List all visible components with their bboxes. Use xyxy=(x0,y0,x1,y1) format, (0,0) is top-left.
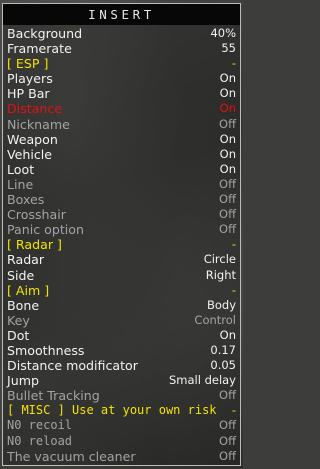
option-label: Background xyxy=(7,26,83,41)
option-value: 0.17 xyxy=(210,342,236,357)
menu-option-crosshair[interactable]: Crosshair Off xyxy=(3,207,240,222)
menu-title: INSERT xyxy=(3,4,240,25)
menu-option-panic-option[interactable]: Panic option Off xyxy=(3,222,240,237)
option-label: Side xyxy=(7,267,35,283)
menu-option-smoothness[interactable]: Smoothness 0.17 xyxy=(3,343,240,358)
option-label: N0 recoil xyxy=(7,418,73,433)
menu-option-players[interactable]: Players On xyxy=(3,71,240,86)
option-value: Right xyxy=(205,267,236,282)
option-value: On xyxy=(219,146,236,161)
option-value: Off xyxy=(219,192,236,207)
option-label: Dot xyxy=(7,327,30,343)
option-label: Weapon xyxy=(7,131,58,147)
option-label: [ ESP ] xyxy=(7,56,49,72)
menu-option-framerate[interactable]: Framerate 55 xyxy=(3,41,240,56)
menu-option-n0-reload[interactable]: N0 reload Off xyxy=(3,434,240,449)
option-label: Bone xyxy=(7,297,40,313)
menu-option-bone[interactable]: Bone Body xyxy=(3,298,240,313)
option-value: On xyxy=(219,131,236,146)
menu-option-the-vacuum-cleaner[interactable]: The vacuum cleaner Off xyxy=(3,449,240,464)
option-value: 40% xyxy=(210,26,236,40)
option-label: [ Aim ] xyxy=(7,282,50,298)
option-label: Radar xyxy=(7,252,45,268)
option-value: On xyxy=(219,101,236,116)
option-label: [ Radar ] xyxy=(7,237,62,253)
menu-option-background[interactable]: Background 40% xyxy=(3,26,240,41)
option-value: Body xyxy=(206,297,236,312)
option-label: Nickname xyxy=(7,116,70,132)
option-label: Boxes xyxy=(7,192,45,208)
option-label: HP Bar xyxy=(7,86,50,102)
option-label: Vehicle xyxy=(7,146,53,162)
option-value: Off xyxy=(219,433,236,448)
option-label: Bullet Tracking xyxy=(7,388,100,404)
menu-option-distance[interactable]: Distance On xyxy=(3,101,240,116)
option-value: Circle xyxy=(203,252,236,267)
option-label: N0 reload xyxy=(7,433,73,448)
menu-option-hp-bar[interactable]: HP Bar On xyxy=(3,86,240,101)
option-value: Off xyxy=(219,176,236,191)
menu-option-dot[interactable]: Dot On xyxy=(3,328,240,343)
option-label: Loot xyxy=(7,161,35,177)
option-label: Key xyxy=(7,312,30,328)
option-label: Jump xyxy=(7,373,39,389)
option-value: Control xyxy=(194,312,236,327)
option-label: Panic option xyxy=(7,222,84,238)
option-label: Distance modificator xyxy=(7,358,138,374)
menu-option-weapon[interactable]: Weapon On xyxy=(3,132,240,147)
menu-section-radar[interactable]: [ Radar ] - xyxy=(3,237,240,252)
cheat-menu-panel: INSERT Background 40% Framerate 55[ ESP ] - P… xyxy=(2,3,241,466)
menu-section-aim[interactable]: [ Aim ] - xyxy=(3,283,240,298)
menu-section-misc-use-at-your-own-risk[interactable]: [ MISC ] Use at your own risk - xyxy=(3,403,240,418)
option-value: Off xyxy=(219,388,236,403)
menu-option-radar[interactable]: Radar Circle xyxy=(3,252,240,267)
menu-option-n0-recoil[interactable]: N0 recoil Off xyxy=(3,418,240,433)
option-label: Smoothness xyxy=(7,342,85,358)
option-value: On xyxy=(219,327,236,342)
option-label: Framerate xyxy=(7,41,72,57)
menu-option-jump[interactable]: Jump Small delay xyxy=(3,373,240,388)
option-label: Line xyxy=(7,176,34,192)
option-label: [ MISC ] Use at your own risk xyxy=(7,403,217,418)
option-value: - xyxy=(231,56,236,71)
menu-option-boxes[interactable]: Boxes Off xyxy=(3,192,240,207)
menu-option-vehicle[interactable]: Vehicle On xyxy=(3,147,240,162)
option-value: Off xyxy=(219,116,236,131)
option-value: Off xyxy=(219,222,236,237)
option-value: - xyxy=(231,237,236,252)
menu-option-distance-modificator[interactable]: Distance modificator 0.05 xyxy=(3,358,240,373)
menu-options-list: Background 40% Framerate 55 [ ESP ] - Players O… xyxy=(3,26,240,464)
option-value: 55 xyxy=(221,41,236,56)
option-value: On xyxy=(219,71,236,86)
option-value: 0.05 xyxy=(210,358,236,373)
menu-option-bullet-tracking[interactable]: Bullet Tracking Off xyxy=(3,388,240,403)
option-value: On xyxy=(219,86,236,101)
menu-option-side[interactable]: Side Right xyxy=(3,268,240,283)
menu-option-nickname[interactable]: Nickname Off xyxy=(3,117,240,132)
option-label: The vacuum cleaner xyxy=(7,448,136,464)
menu-option-loot[interactable]: Loot On xyxy=(3,162,240,177)
menu-section-esp[interactable]: [ ESP ] - xyxy=(3,56,240,71)
option-value: Small delay xyxy=(168,373,236,388)
option-label: Players xyxy=(7,71,53,87)
option-value: - xyxy=(231,282,236,297)
option-value: On xyxy=(219,161,236,176)
option-value: Off xyxy=(219,448,236,463)
option-value: - xyxy=(231,403,236,418)
option-value: Off xyxy=(219,418,236,433)
option-label: Distance xyxy=(7,101,63,117)
option-value: Off xyxy=(219,207,236,222)
menu-option-line[interactable]: Line Off xyxy=(3,177,240,192)
menu-option-key[interactable]: Key Control xyxy=(3,313,240,328)
option-label: Crosshair xyxy=(7,207,66,223)
